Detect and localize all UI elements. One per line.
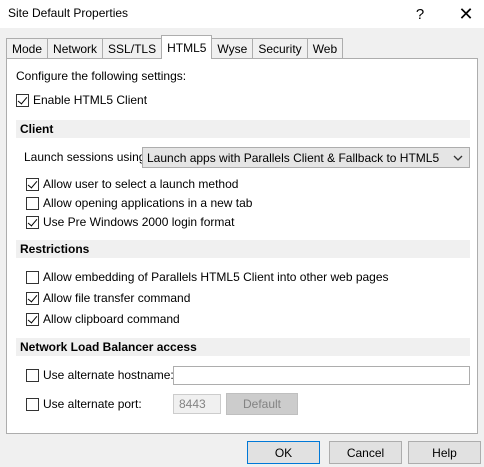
tab-web[interactable]: Web	[306, 38, 344, 59]
tab-wyse[interactable]: Wyse	[211, 38, 254, 59]
launch-label-text: Launch sessions using:	[24, 150, 149, 164]
checkbox-box[interactable]	[26, 291, 39, 305]
launch-method-select[interactable]: Launch apps with Parallels Client & Fall…	[142, 147, 470, 168]
input-value: 8443	[179, 397, 206, 411]
checkbox-label: Use Pre Windows 2000 login format	[43, 215, 235, 229]
checkbox-box[interactable]	[26, 397, 39, 411]
checkbox-box[interactable]	[26, 312, 39, 326]
tab-html5[interactable]: HTML5	[161, 35, 213, 59]
section-heading: Restrictions	[20, 242, 90, 256]
window-title: Site Default Properties	[8, 6, 129, 20]
checkbox-box[interactable]	[26, 368, 39, 382]
default-port-button[interactable]: Default	[226, 393, 298, 415]
tab-label: SSL/TLS	[108, 42, 157, 56]
tab-mode[interactable]: Mode	[6, 38, 49, 59]
button-label: Help	[432, 445, 457, 460]
alt-port-checkbox[interactable]: Use alternate port:	[26, 397, 142, 411]
button-label: Cancel	[346, 445, 385, 460]
section-heading: Network Load Balancer access	[20, 340, 197, 354]
tab-strip: Mode Network SSL/TLS HTML5 Wyse Security…	[6, 35, 344, 59]
checkbox-label: Allow embedding of Parallels HTML5 Clien…	[43, 270, 389, 284]
checkbox-label: Enable HTML5 Client	[33, 93, 148, 107]
configure-text: Configure the following settings:	[16, 69, 187, 83]
question-icon: ?	[415, 5, 425, 23]
help-title-button[interactable]: ?	[402, 0, 438, 28]
tab-label: Security	[258, 42, 302, 56]
enable-html5-checkbox[interactable]: Enable HTML5 Client	[16, 93, 147, 107]
ok-button[interactable]: OK	[247, 441, 320, 464]
section-heading: Client	[20, 122, 54, 136]
checkbox-box[interactable]	[16, 93, 29, 107]
cancel-button[interactable]: Cancel	[329, 441, 402, 464]
checkbox-box[interactable]	[26, 270, 39, 284]
alt-hostname-checkbox[interactable]: Use alternate hostname:	[26, 368, 174, 382]
tab-label: Web	[312, 42, 338, 56]
pre-win2000-checkbox[interactable]: Use Pre Windows 2000 login format	[26, 215, 234, 229]
checkbox-label: Use alternate hostname:	[43, 368, 174, 382]
configure-label: Configure the following settings:	[16, 69, 186, 83]
allow-file-transfer-checkbox[interactable]: Allow file transfer command	[26, 291, 190, 305]
help-button[interactable]: Help	[408, 441, 481, 464]
button-label: OK	[274, 445, 293, 460]
checkbox-label: Use alternate port:	[43, 397, 142, 411]
section-client: Client	[16, 120, 470, 138]
allow-new-tab-checkbox[interactable]: Allow opening applications in a new tab	[26, 196, 252, 210]
tab-label: Wyse	[217, 42, 248, 56]
select-value: Launch apps with Parallels Client & Fall…	[147, 150, 440, 165]
checkbox-label: Allow clipboard command	[43, 312, 180, 326]
close-icon: ✕	[458, 3, 474, 24]
tab-security[interactable]: Security	[252, 38, 308, 59]
checkbox-box[interactable]	[26, 215, 39, 229]
section-restrictions: Restrictions	[16, 240, 470, 258]
allow-embedding-checkbox[interactable]: Allow embedding of Parallels HTML5 Clien…	[26, 270, 389, 284]
title-bar: Site Default Properties ? ✕	[0, 0, 484, 28]
section-network-load-balancer: Network Load Balancer access	[16, 338, 470, 356]
tab-label: Mode	[12, 42, 43, 56]
tab-label: HTML5	[167, 40, 207, 55]
checkbox-label: Allow file transfer command	[43, 291, 191, 305]
chevron-down-icon	[453, 155, 463, 161]
checkbox-box[interactable]	[26, 177, 39, 191]
tab-label: Network	[53, 42, 98, 56]
button-label: Default	[242, 397, 282, 411]
alt-port-input[interactable]: 8443	[173, 394, 221, 414]
checkbox-label: Allow user to select a launch method	[43, 177, 239, 191]
close-button[interactable]: ✕	[448, 0, 484, 28]
checkbox-label: Allow opening applications in a new tab	[43, 196, 253, 210]
checkbox-box[interactable]	[26, 196, 39, 210]
allow-select-launch-checkbox[interactable]: Allow user to select a launch method	[26, 177, 238, 191]
alt-hostname-input[interactable]	[173, 366, 470, 385]
tab-ssl-tls[interactable]: SSL/TLS	[102, 38, 163, 59]
tab-network[interactable]: Network	[47, 38, 104, 59]
launch-sessions-label: Launch sessions using:	[24, 150, 149, 164]
allow-clipboard-checkbox[interactable]: Allow clipboard command	[26, 312, 180, 326]
